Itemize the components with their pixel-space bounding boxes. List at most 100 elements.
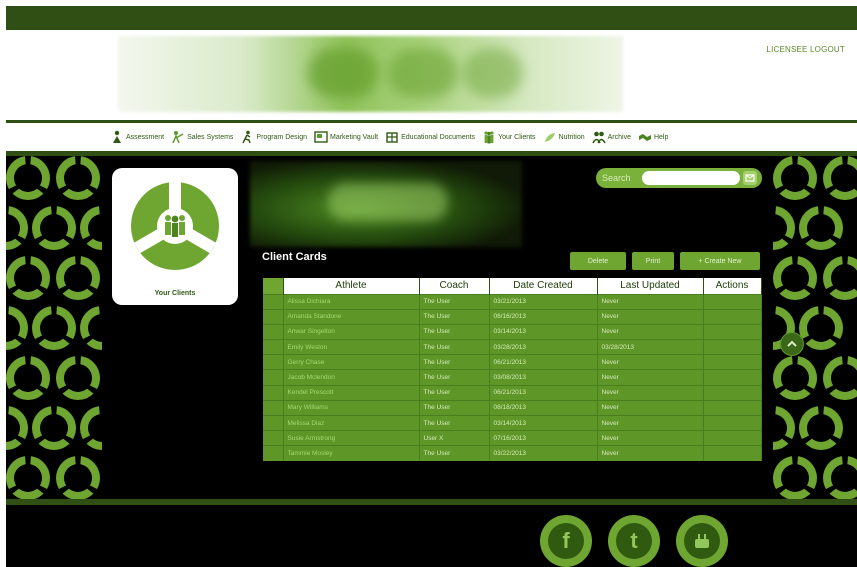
clients-icon (482, 130, 496, 144)
date-created-cell: 03/14/2013 (489, 414, 598, 431)
athlete-cell[interactable]: Tammie Mosley (283, 445, 420, 461)
print-button[interactable]: Print (632, 252, 674, 270)
table-row[interactable]: Anwar Singelton The User 03/14/2013 Never (263, 323, 762, 340)
date-created-cell: 03/08/2013 (489, 369, 598, 386)
row-select-cell[interactable] (263, 369, 284, 386)
brand-logo (250, 161, 522, 247)
nav-sales-systems[interactable]: Sales Systems (171, 130, 233, 144)
athlete-cell[interactable]: Susie Armstrong (283, 430, 420, 446)
row-select-cell[interactable] (263, 323, 284, 340)
actions-cell[interactable] (703, 339, 762, 355)
create-new-button[interactable]: + Create New (680, 252, 760, 270)
table-row[interactable]: Susie Armstrong User X 07/16/2013 Never (263, 430, 762, 446)
nav-nutrition[interactable]: Nutrition (543, 130, 585, 144)
facebook-icon: f (548, 523, 584, 559)
last-updated-cell: Never (597, 430, 704, 446)
sales-icon (171, 130, 185, 144)
nav-assessment[interactable]: Assessment (110, 130, 164, 144)
date-created-cell: 06/16/2013 (489, 308, 598, 325)
search-button[interactable] (743, 171, 757, 185)
document-icon (385, 130, 399, 144)
last-updated-cell: Never (597, 384, 704, 401)
twitter-button[interactable]: t (608, 515, 660, 567)
row-select-cell[interactable] (263, 414, 284, 431)
table-row[interactable]: Tammie Mosley The User 03/22/2013 Never (263, 445, 762, 461)
search-input[interactable] (642, 171, 740, 185)
row-select-cell[interactable] (263, 308, 284, 325)
table-row[interactable]: Amanda Standone The User 06/16/2013 Never (263, 308, 762, 325)
nav-archive[interactable]: Archive (591, 130, 631, 144)
scroll-to-top-button[interactable] (780, 332, 804, 356)
table-row[interactable]: Kendel Prescott The User 06/21/2013 Never (263, 384, 762, 401)
decorative-pattern-right (773, 156, 857, 503)
footer: f t (6, 505, 857, 567)
delete-button[interactable]: Delete (570, 252, 626, 270)
actions-cell[interactable] (703, 323, 762, 340)
last-updated-cell: Never (597, 323, 704, 340)
column-header-last-updated[interactable]: Last Updated (597, 278, 704, 294)
athlete-cell[interactable]: Melissa Diaz (283, 414, 420, 431)
athlete-cell[interactable]: Emily Weston (283, 339, 420, 355)
your-clients-card[interactable]: Your Clients (112, 168, 238, 305)
table-row[interactable]: Mary Williams The User 08/18/2013 Never (263, 399, 762, 416)
last-updated-cell: Never (597, 369, 704, 386)
select-column-header (263, 278, 284, 294)
actions-cell[interactable] (703, 414, 762, 431)
nav-educational-documents[interactable]: Educational Documents (385, 130, 475, 144)
row-select-cell[interactable] (263, 339, 284, 355)
youtube-icon (684, 523, 720, 559)
twitter-icon: t (616, 523, 652, 559)
youtube-button[interactable] (676, 515, 728, 567)
row-select-cell[interactable] (263, 399, 284, 416)
actions-cell[interactable] (703, 308, 762, 325)
facebook-button[interactable]: f (540, 515, 592, 567)
coach-cell: User X (419, 430, 490, 446)
athlete-cell[interactable]: Mary Williams (283, 399, 420, 416)
row-select-cell[interactable] (263, 445, 284, 461)
actions-cell[interactable] (703, 430, 762, 446)
coach-cell: The User (419, 384, 490, 401)
athlete-cell[interactable]: Gerry Chase (283, 354, 420, 370)
user-links[interactable]: LICENSEE LOGOUT (766, 45, 845, 54)
actions-cell[interactable] (703, 293, 762, 310)
actions-cell[interactable] (703, 369, 762, 386)
nav-program-design[interactable]: Program Design (240, 130, 307, 144)
athlete-cell[interactable]: Alissa Dichiara (283, 293, 420, 310)
athlete-cell[interactable]: Amanda Standone (283, 308, 420, 325)
table-row[interactable]: Jacob Mclendon The User 03/08/2013 Never (263, 369, 762, 386)
nav-your-clients[interactable]: Your Clients (482, 130, 536, 144)
actions-cell[interactable] (703, 354, 762, 370)
nav-marketing-vault[interactable]: Marketing Vault (314, 130, 378, 144)
row-select-cell[interactable] (263, 293, 284, 310)
table-row[interactable]: Melissa Diaz The User 03/14/2013 Never (263, 414, 762, 431)
athlete-cell[interactable]: Anwar Singelton (283, 323, 420, 340)
header-banner (118, 36, 623, 112)
table-header-row: Athlete Coach Date Created Last Updated … (263, 278, 762, 294)
table-row[interactable]: Gerry Chase The User 06/21/2013 Never (263, 354, 762, 370)
date-created-cell: 06/21/2013 (489, 384, 598, 401)
column-header-actions: Actions (703, 278, 762, 294)
table-row[interactable]: Emily Weston The User 03/28/2013 03/28/2013 (263, 339, 762, 355)
athlete-cell[interactable]: Jacob Mclendon (283, 369, 420, 386)
last-updated-cell: Never (597, 414, 704, 431)
coach-cell: The User (419, 293, 490, 310)
chevron-up-icon (787, 340, 797, 347)
athlete-cell[interactable]: Kendel Prescott (283, 384, 420, 401)
row-select-cell[interactable] (263, 354, 284, 370)
last-updated-cell: Never (597, 293, 704, 310)
column-header-coach[interactable]: Coach (419, 278, 490, 294)
actions-cell[interactable] (703, 384, 762, 401)
actions-cell[interactable] (703, 399, 762, 416)
nav-help[interactable]: Help (638, 130, 668, 144)
your-clients-label: Your Clients (154, 290, 196, 297)
header: LICENSEE LOGOUT (6, 30, 857, 122)
actions-cell[interactable] (703, 445, 762, 461)
column-header-athlete[interactable]: Athlete (283, 278, 420, 294)
content-area: Your Clients Search Client Cards Delete … (102, 156, 773, 503)
row-select-cell[interactable] (263, 384, 284, 401)
column-header-date-created[interactable]: Date Created (489, 278, 598, 294)
client-table: Athlete Coach Date Created Last Updated … (263, 278, 762, 461)
table-row[interactable]: Alissa Dichiara The User 03/21/2013 Never (263, 293, 762, 310)
search-box: Search (596, 168, 762, 188)
row-select-cell[interactable] (263, 430, 284, 446)
